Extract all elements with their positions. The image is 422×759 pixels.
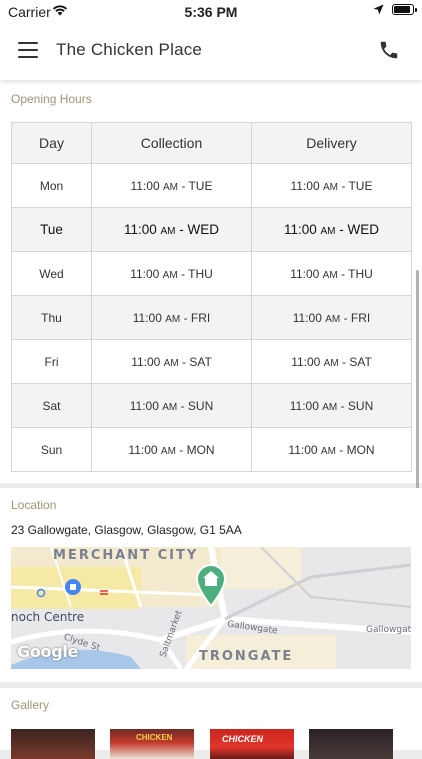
phone-icon[interactable] <box>378 39 400 61</box>
hours-delivery-cell: 11:00 AM - SAT <box>251 339 412 384</box>
clock: 5:36 PM <box>184 4 238 20</box>
app-header: The Chicken Place <box>0 24 422 80</box>
hours-delivery-cell: 11:00 AM - THU <box>251 251 412 296</box>
location-arrow-icon <box>373 4 384 15</box>
gallery-thumb[interactable]: CHICKEN <box>110 729 194 759</box>
opening-hours-title: Opening Hours <box>11 92 92 106</box>
location-address: 23 Gallowgate, Glasgow, Glasgow, G1 5AA <box>11 523 242 537</box>
battery-icon <box>392 4 417 15</box>
column-header-delivery: Delivery <box>251 122 412 164</box>
hours-row-fri: Fri 11:00 AM - SAT 11:00 AM - SAT <box>11 339 412 384</box>
hours-day-cell: Sat <box>11 383 92 428</box>
hours-day-cell: Wed <box>11 251 92 296</box>
hours-collection-cell: 11:00 AM - TUE <box>91 163 252 208</box>
map-label-trongate: TRONGATE <box>199 649 294 664</box>
hours-collection-cell: 11:00 AM - FRI <box>91 295 252 340</box>
hamburger-icon[interactable] <box>18 42 38 58</box>
gallery-card: Gallery CHICKEN CHICKEN <box>0 688 422 759</box>
map-label-gallowgate-east: Gallowgat <box>366 625 411 635</box>
hours-row-thu: Thu 11:00 AM - FRI 11:00 AM - FRI <box>11 295 412 340</box>
hours-collection-cell: 11:00 AM - THU <box>91 251 252 296</box>
hours-delivery-cell: 11:00 AM - TUE <box>251 163 412 208</box>
hours-row-wed: Wed 11:00 AM - THU 11:00 AM - THU <box>11 251 412 296</box>
gallery-title: Gallery <box>11 698 50 712</box>
hours-collection-cell: 11:00 AM - MON <box>91 427 252 472</box>
hours-row-tue: Tue 11:00 AM - WED 11:00 AM - WED <box>11 207 412 252</box>
hours-delivery-cell: 11:00 AM - WED <box>251 207 412 252</box>
home-pin-icon[interactable] <box>195 563 227 607</box>
hours-delivery-cell: 11:00 AM - FRI <box>251 295 412 340</box>
scrollbar[interactable] <box>416 270 419 525</box>
opening-hours-table: Day Collection Delivery Mon 11:00 AM - TU… <box>11 122 412 472</box>
map-label-centre: noch Centre <box>11 610 85 624</box>
hours-row-sat: Sat 11:00 AM - SUN 11:00 AM - SUN <box>11 383 412 428</box>
gallery-thumb[interactable]: CHICKEN <box>210 729 294 759</box>
location-title: Location <box>11 498 57 512</box>
hours-day-cell: Tue <box>11 207 92 252</box>
hours-collection-cell: 11:00 AM - SUN <box>91 383 252 428</box>
hours-row-sun: Sun 11:00 AM - MON 11:00 AM - MON <box>11 427 412 472</box>
status-bar: Carrier 5:36 PM <box>0 0 422 24</box>
location-map[interactable]: MERCHANT CITY noch Centre Clyde St Saltm… <box>11 547 411 669</box>
hours-row-mon: Mon 11:00 AM - TUE 11:00 AM - TUE <box>11 163 412 208</box>
table-header-row: Day Collection Delivery <box>11 122 412 164</box>
map-label-merchant-city: MERCHANT CITY <box>53 548 199 563</box>
column-header-collection: Collection <box>91 122 252 164</box>
hours-collection-cell: 11:00 AM - SAT <box>91 339 252 384</box>
google-logo: Google <box>17 642 79 661</box>
hours-day-cell: Thu <box>11 295 92 340</box>
gallery-thumb[interactable] <box>309 729 393 759</box>
hours-day-cell: Mon <box>11 163 92 208</box>
opening-hours-rows: Mon 11:00 AM - TUE 11:00 AM - TUE Tue 11:00 … <box>11 163 412 472</box>
hours-day-cell: Fri <box>11 339 92 384</box>
hours-day-cell: Sun <box>11 427 92 472</box>
hours-delivery-cell: 11:00 AM - MON <box>251 427 412 472</box>
column-header-day: Day <box>11 122 92 164</box>
hours-delivery-cell: 11:00 AM - SUN <box>251 383 412 428</box>
page-title: The Chicken Place <box>56 40 203 59</box>
hours-collection-cell: 11:00 AM - WED <box>91 207 252 252</box>
gallery-thumb[interactable] <box>11 729 95 759</box>
status-right <box>373 4 417 15</box>
